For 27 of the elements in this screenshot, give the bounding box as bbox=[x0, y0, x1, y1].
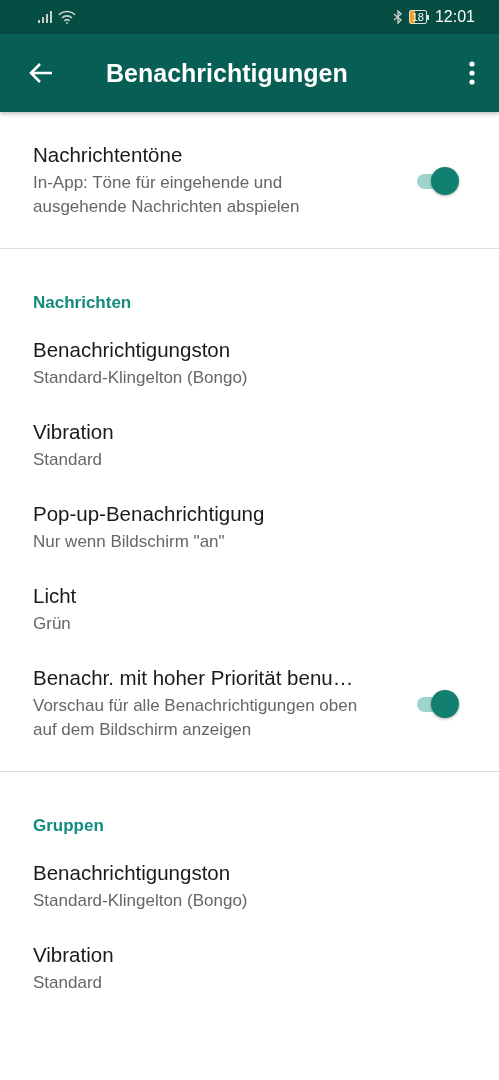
setting-summary: In-App: Töne für eingehende und ausgehende Nachrichten abspielen bbox=[33, 172, 301, 218]
wifi-icon bbox=[58, 10, 76, 24]
setting-title[interactable]: Benachr. mit hoher Priorität benu… bbox=[33, 666, 415, 690]
setting-title[interactable]: Vibration bbox=[33, 943, 459, 967]
toggle-switch[interactable] bbox=[415, 167, 459, 195]
setting-summary: Standard bbox=[33, 972, 103, 994]
back-arrow-icon bbox=[28, 62, 54, 84]
setting-title[interactable]: Pop-up-Benachrichtigung bbox=[33, 502, 459, 526]
setting-summary: Grün bbox=[33, 613, 72, 635]
setting-summary: Vorschau für alle Benachrichtigungen oben auf dem Bildschirm anzeigen bbox=[33, 695, 359, 741]
section-header: Gruppen bbox=[33, 816, 105, 836]
screen-title: Benachrichtigungen bbox=[106, 58, 349, 88]
setting-title[interactable]: Licht bbox=[33, 584, 459, 608]
signal-icon bbox=[38, 11, 54, 23]
setting-title[interactable]: Benachrichtigungston bbox=[33, 861, 459, 885]
setting-title[interactable]: Vibration bbox=[33, 420, 459, 444]
section-header: Nachrichten bbox=[33, 293, 133, 313]
clock: 12:01 bbox=[434, 8, 475, 26]
setting-summary: Standard-Klingelton (Bongo) bbox=[33, 367, 249, 389]
setting-title[interactable]: Nachrichtentöne bbox=[33, 143, 415, 167]
setting-summary: Standard bbox=[33, 449, 103, 471]
setting-summary: Standard-Klingelton (Bongo) bbox=[33, 890, 249, 912]
bluetooth-icon bbox=[392, 10, 403, 24]
setting-summary: Nur wenn Bildschirm "an" bbox=[33, 531, 226, 553]
menu-icon bbox=[469, 61, 475, 85]
toggle-switch[interactable] bbox=[415, 690, 459, 718]
setting-title[interactable]: Benachrichtigungston bbox=[33, 338, 459, 362]
